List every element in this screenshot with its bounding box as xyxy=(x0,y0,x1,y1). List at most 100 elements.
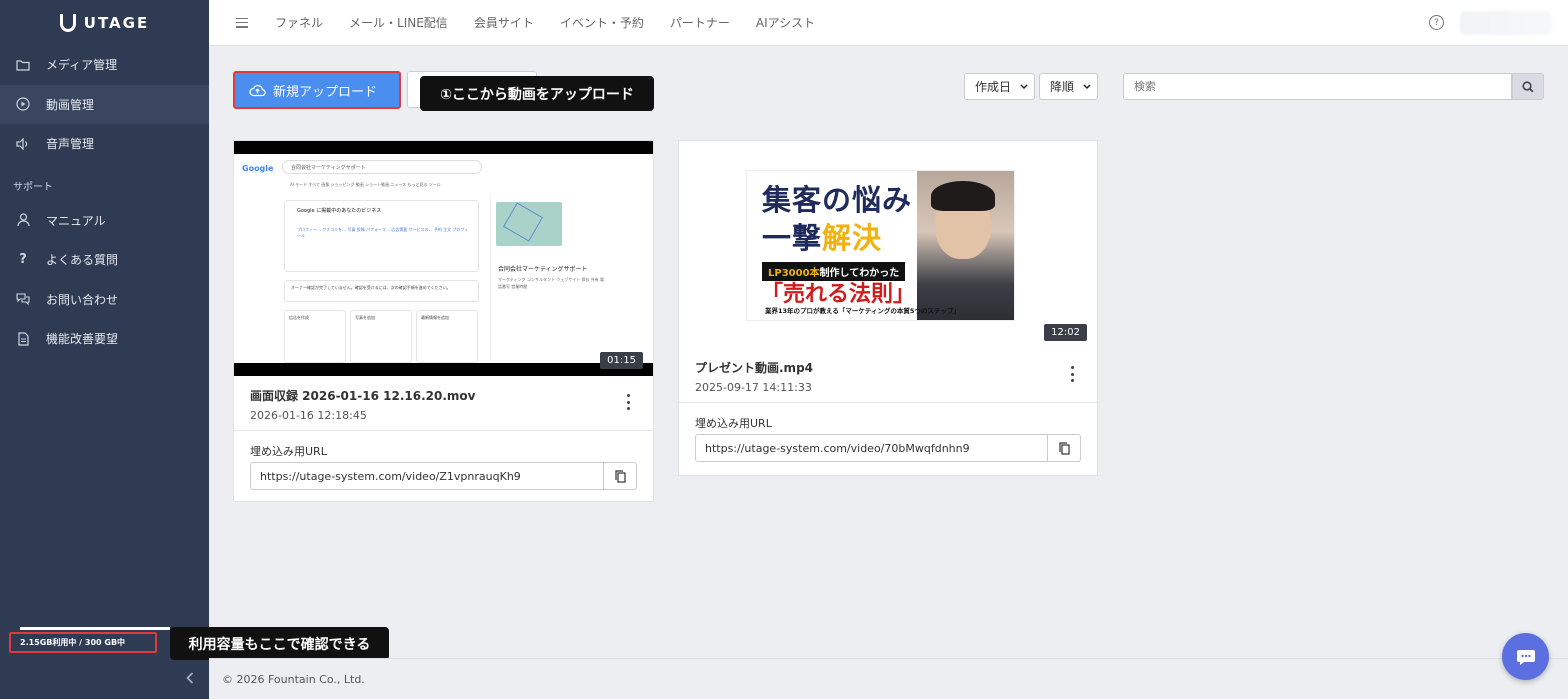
embed-url-field[interactable] xyxy=(250,462,605,490)
user-account-menu[interactable] xyxy=(1460,11,1552,35)
preview-tabs: AI モード すべて 画像 ショッピング 動画 ショート動画 ニュース もっと見… xyxy=(290,182,441,187)
screen-recording-preview: Google 合同会社マーケティングサポート AI モード すべて 画像 ショッ… xyxy=(234,154,653,363)
cloud-upload-icon xyxy=(249,84,266,97)
sidebar-item-media[interactable]: メディア管理 xyxy=(0,45,209,85)
promo-law-text: 「売れる法則」 xyxy=(761,282,916,307)
sidebar-item-label: メディア管理 xyxy=(46,58,118,73)
storage-progress-bar xyxy=(20,627,170,630)
sidebar-item-faq[interactable]: ? よくある質問 xyxy=(0,240,209,280)
video-duration: 12:02 xyxy=(1044,324,1087,341)
support-section-title: サポート xyxy=(13,181,53,193)
sidebar-item-feature-request[interactable]: 機能改善要望 xyxy=(0,319,209,359)
new-upload-button[interactable]: 新規アップロード xyxy=(233,71,401,109)
speaker-icon xyxy=(16,137,30,151)
video-card: 集客の悩み 一撃解決 LP3000本制作してわかった 「売れる法則」 業界13年… xyxy=(678,140,1098,476)
more-options-icon[interactable] xyxy=(1067,366,1077,382)
promo-thumbnail-image: 集客の悩み 一撃解決 LP3000本制作してわかった 「売れる法則」 業界13年… xyxy=(746,170,1015,321)
new-upload-label: 新規アップロード xyxy=(273,84,378,100)
sidebar-item-label: よくある質問 xyxy=(46,253,119,268)
video-date: 2026-01-16 12:18:45 xyxy=(250,409,367,422)
copy-url-button[interactable] xyxy=(604,462,637,490)
document-icon xyxy=(16,332,30,346)
chevron-left-icon xyxy=(186,672,194,684)
promo-headline-2a: 一撃 xyxy=(762,221,823,255)
person-icon xyxy=(16,213,30,227)
chevron-down-icon xyxy=(1020,83,1028,89)
video-thumbnail[interactable]: Google 合同会社マーケティングサポート AI モード すべて 画像 ショッ… xyxy=(234,141,653,376)
brand-name: UTAGE xyxy=(83,13,150,32)
top-menu-ai-assist[interactable]: AIアシスト xyxy=(756,14,815,31)
embed-url-label: 埋め込み用URL xyxy=(250,445,327,458)
sidebar-item-video[interactable]: 動画管理 xyxy=(0,84,209,124)
top-menu-mail-line[interactable]: メール・LINE配信 xyxy=(349,14,448,31)
video-card: Google 合同会社マーケティングサポート AI モード すべて 画像 ショッ… xyxy=(233,140,654,502)
search-input[interactable] xyxy=(1123,73,1512,100)
preview-divider xyxy=(490,194,491,359)
video-duration: 01:15 xyxy=(600,352,643,369)
video-date: 2025-09-17 14:11:33 xyxy=(695,381,812,394)
preview-map xyxy=(496,202,562,246)
utage-logo-icon xyxy=(59,13,76,32)
preview-business-name: 合同会社マーケティングサポート xyxy=(498,266,588,273)
play-circle-icon xyxy=(16,97,30,111)
google-logo: Google xyxy=(242,164,274,173)
brand-logo[interactable]: UTAGE xyxy=(0,0,209,45)
sort-order-value: 降順 xyxy=(1050,80,1075,94)
video-info: プレゼント動画.mp4 2025-09-17 14:11:33 xyxy=(679,348,1097,403)
question-icon: ? xyxy=(19,252,27,268)
sidebar-item-audio[interactable]: 音声管理 xyxy=(0,124,209,164)
top-menu: ファネル メール・LINE配信 会員サイト イベント・予約 パートナー AIアシ… xyxy=(275,14,841,31)
copy-icon xyxy=(614,469,626,483)
sidebar-item-contact[interactable]: お問い合わせ xyxy=(0,280,209,320)
preview-business-panel: Google に掲載中のあなたのビジネス プロフィー… クチコミを… 写真 投稿… xyxy=(284,200,479,272)
top-menu-partner[interactable]: パートナー xyxy=(670,14,730,31)
sort-field-select[interactable]: 作成日 xyxy=(964,73,1035,100)
preview-card: 広告を作成 xyxy=(284,310,346,363)
sidebar-item-manual[interactable]: マニュアル xyxy=(0,201,209,241)
copy-icon xyxy=(1058,441,1070,455)
sidebar-item-label: 音声管理 xyxy=(46,137,95,152)
collapse-sidebar-button[interactable] xyxy=(184,670,196,686)
sidebar-item-label: 動画管理 xyxy=(46,97,95,112)
embed-section: 埋め込み用URL xyxy=(679,403,1097,474)
top-menu-event[interactable]: イベント・予約 xyxy=(560,14,644,31)
embed-url-label: 埋め込み用URL xyxy=(695,417,772,430)
chat-support-button[interactable] xyxy=(1502,633,1549,680)
sidebar-item-label: 機能改善要望 xyxy=(46,332,119,347)
preview-warning: オーナー確認が完了していません。確認を受けるには、次の確認手順を進めてください。 xyxy=(284,280,479,302)
storage-usage: 2.15GB利用中 / 300 GB中 xyxy=(9,632,157,653)
upload-tooltip: ①ここから動画をアップロード xyxy=(420,76,654,111)
sidebar-item-label: マニュアル xyxy=(46,213,106,228)
promo-headline-2b: 解決 xyxy=(822,221,883,255)
chevron-down-icon xyxy=(1083,83,1091,89)
promo-headline-2: 一撃解決 xyxy=(762,215,882,257)
video-info: 画面収録 2026-01-16 12.16.20.mov 2026-01-16 … xyxy=(234,376,653,431)
top-menu-member-site[interactable]: 会員サイト xyxy=(474,14,534,31)
preview-card: 写真を追加 xyxy=(350,310,412,363)
hamburger-menu-icon[interactable] xyxy=(236,17,248,28)
sort-field-value: 作成日 xyxy=(975,80,1012,94)
search-button[interactable] xyxy=(1512,73,1544,100)
help-icon[interactable]: ? xyxy=(1429,15,1444,30)
embed-url-field[interactable] xyxy=(695,434,1049,462)
promo-footer-text: 業界13年のプロが教える「マーケティングの本質5つのステップ」 xyxy=(765,307,960,315)
copy-url-button[interactable] xyxy=(1048,434,1081,462)
top-menu-funnel[interactable]: ファネル xyxy=(275,14,323,31)
presenter-hair xyxy=(931,181,995,211)
sidebar: UTAGE メディア管理 動画管理 音声管理 サポート マニュアル ? よくある… xyxy=(0,0,209,699)
copyright-text: © 2026 Fountain Co., Ltd. xyxy=(222,672,365,686)
chat-icon xyxy=(1516,649,1535,665)
chat-bubbles-icon xyxy=(16,292,30,306)
sort-order-select[interactable]: 降順 xyxy=(1039,73,1098,100)
video-title[interactable]: 画面収録 2026-01-16 12.16.20.mov xyxy=(250,387,637,404)
embed-section: 埋め込み用URL xyxy=(234,431,653,502)
promo-headline-1: 集客の悩み xyxy=(762,183,913,217)
video-title[interactable]: プレゼント動画.mp4 xyxy=(695,359,1081,376)
preview-card: 最新情報を追加 xyxy=(416,310,478,363)
video-thumbnail[interactable]: 集客の悩み 一撃解決 LP3000本制作してわかった 「売れる法則」 業界13年… xyxy=(679,141,1097,348)
folder-icon xyxy=(16,58,30,72)
search-icon xyxy=(1522,80,1534,92)
more-options-icon[interactable] xyxy=(623,394,633,410)
storage-tooltip: 利用容量もここで確認できる xyxy=(170,627,389,660)
preview-business-meta: マーケティング コンサルタント ウェブサイト 保存 共有 電話番号 営業時間 xyxy=(498,277,605,289)
